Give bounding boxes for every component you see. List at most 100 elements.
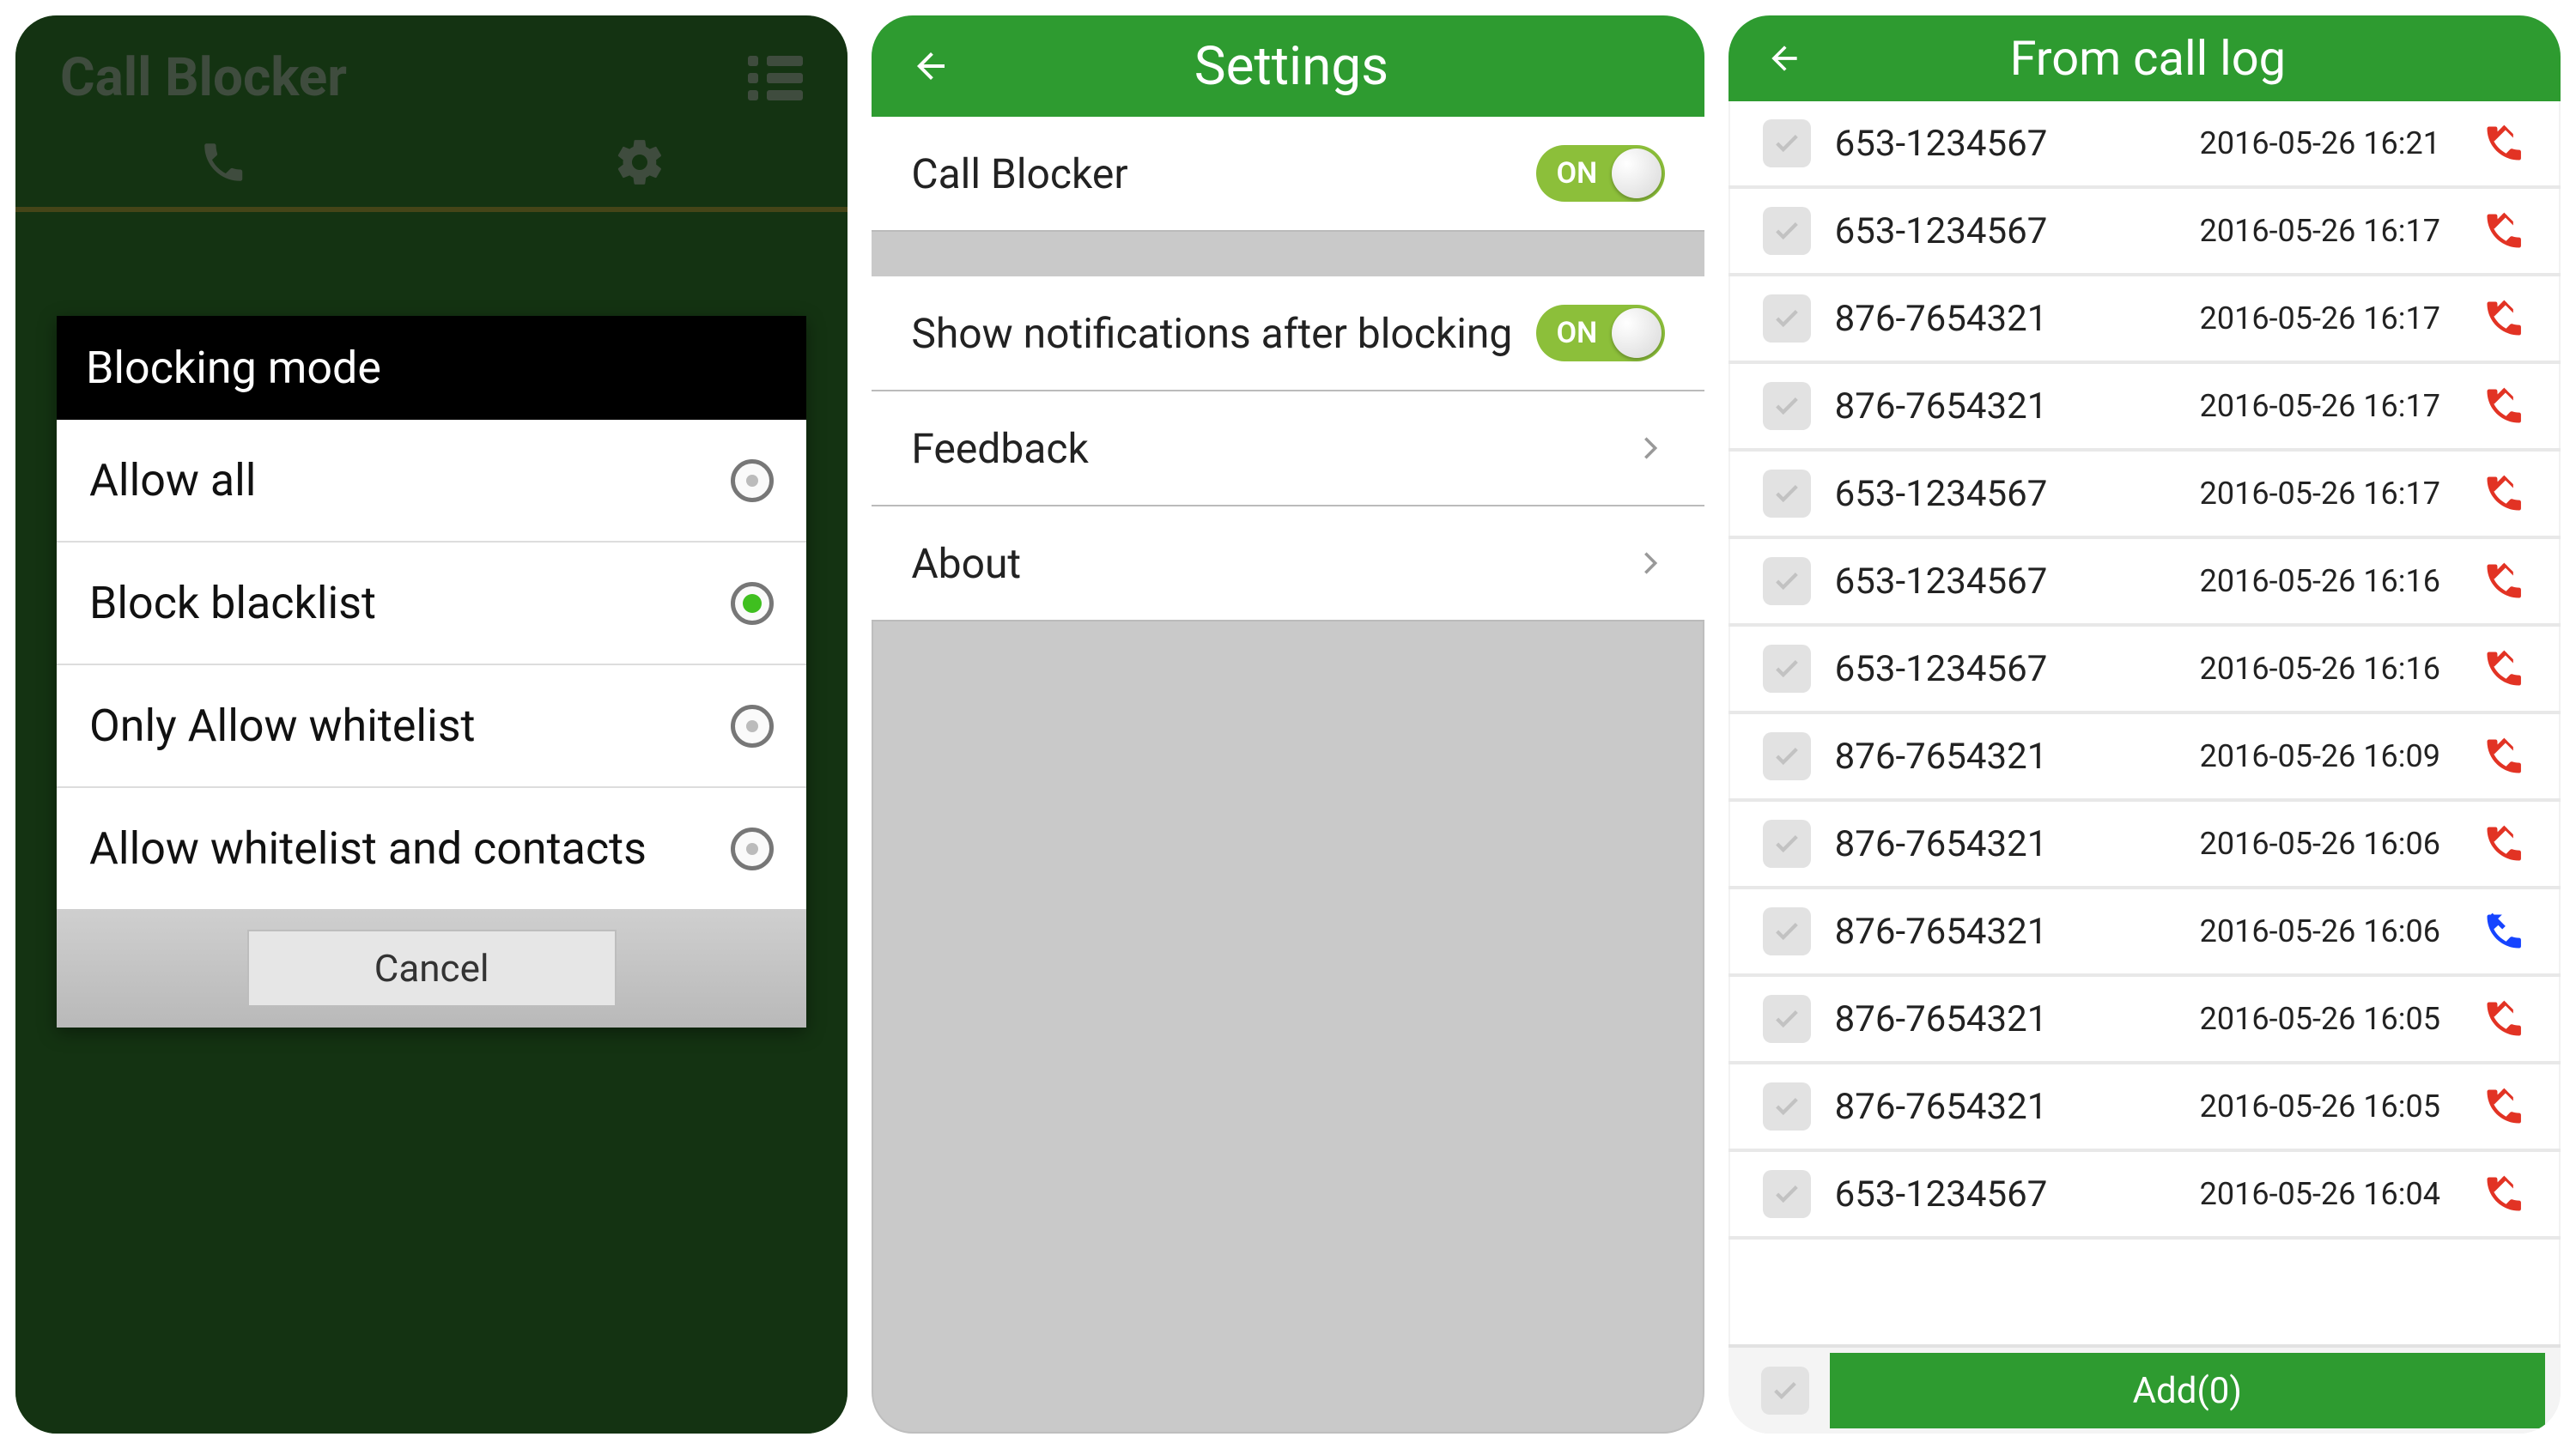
row-feedback[interactable]: Feedback [872, 391, 1704, 506]
item-number: 653-1234567 [1835, 1173, 2176, 1216]
check-icon [1772, 391, 1801, 421]
missed-call-icon [2482, 646, 2526, 691]
calllog-item[interactable]: 876-76543212016-05-26 16:05 [1728, 1064, 2561, 1152]
row-label: Feedback [911, 424, 1089, 473]
item-checkbox[interactable] [1763, 382, 1811, 430]
dialog-footer: Cancel [57, 909, 806, 1028]
blocking-mode-option[interactable]: Allow whitelist and contacts [57, 786, 806, 909]
toggle-notifications[interactable]: ON [1536, 305, 1665, 361]
item-checkbox[interactable] [1763, 557, 1811, 605]
missed-call-icon [2482, 734, 2526, 779]
item-checkbox[interactable] [1763, 207, 1811, 255]
check-icon [1772, 1179, 1801, 1209]
toggle-call-blocker[interactable]: ON [1536, 145, 1665, 202]
missed-call-icon [2482, 997, 2526, 1041]
toggle-state-text: ON [1557, 316, 1598, 350]
radio-unselected[interactable] [731, 705, 774, 748]
blocking-mode-option[interactable]: Allow all [57, 420, 806, 541]
radio-unselected[interactable] [731, 459, 774, 502]
settings-title: Settings [913, 35, 1669, 98]
row-label: About [911, 539, 1021, 588]
item-checkbox[interactable] [1763, 1170, 1811, 1218]
item-number: 876-7654321 [1835, 298, 2176, 340]
calllog-header: From call log [1728, 15, 2561, 101]
call-type-icon [2482, 909, 2526, 954]
calllog-item[interactable]: 653-12345672016-05-26 16:16 [1728, 627, 2561, 714]
item-checkbox[interactable] [1763, 1082, 1811, 1131]
check-icon [1771, 1376, 1800, 1405]
call-type-icon [2482, 471, 2526, 516]
cancel-button[interactable]: Cancel [247, 930, 617, 1007]
missed-call-icon [2482, 1172, 2526, 1216]
missed-call-icon [2482, 822, 2526, 866]
item-checkbox[interactable] [1763, 732, 1811, 780]
item-checkbox[interactable] [1763, 995, 1811, 1043]
call-type-icon [2482, 1172, 2526, 1216]
chevron-right-icon [1636, 425, 1665, 471]
item-checkbox[interactable] [1763, 470, 1811, 518]
missed-call-icon [2482, 209, 2526, 253]
item-checkbox[interactable] [1763, 907, 1811, 955]
row-call-blocker[interactable]: Call Blocker ON [872, 117, 1704, 232]
select-all-checkbox[interactable] [1761, 1367, 1809, 1415]
missed-call-icon [2482, 559, 2526, 603]
item-checkbox[interactable] [1763, 119, 1811, 167]
option-label: Allow whitelist and contacts [89, 822, 647, 875]
row-about[interactable]: About [872, 506, 1704, 621]
item-timestamp: 2016-05-26 16:05 [2200, 1001, 2440, 1037]
item-timestamp: 2016-05-26 16:21 [2200, 125, 2440, 161]
row-label: Call Blocker [911, 149, 1127, 198]
screen-settings: Settings Call Blocker ON Show notificati… [872, 15, 1704, 1434]
calllog-footer: Add(0) [1728, 1344, 2561, 1434]
screen-blocking-mode: Call Blocker Blocking mode Allow allBloc… [15, 15, 848, 1434]
missed-call-icon [2482, 1084, 2526, 1129]
calllog-item[interactable]: 876-76543212016-05-26 16:06 [1728, 802, 2561, 889]
call-type-icon [2482, 646, 2526, 691]
screen-call-log: From call log 653-12345672016-05-26 16:2… [1728, 15, 2561, 1434]
dialog-title: Blocking mode [57, 316, 806, 420]
calllog-item[interactable]: 653-12345672016-05-26 16:17 [1728, 189, 2561, 276]
check-icon [1772, 1004, 1801, 1034]
item-checkbox[interactable] [1763, 294, 1811, 343]
incoming-call-icon [2482, 909, 2526, 954]
calllog-item[interactable]: 876-76543212016-05-26 16:17 [1728, 364, 2561, 452]
item-timestamp: 2016-05-26 16:06 [2200, 913, 2440, 949]
check-icon [1772, 742, 1801, 771]
item-checkbox[interactable] [1763, 645, 1811, 693]
check-icon [1772, 567, 1801, 596]
check-icon [1772, 654, 1801, 683]
item-timestamp: 2016-05-26 16:17 [2200, 213, 2440, 249]
calllog-list[interactable]: 653-12345672016-05-26 16:21653-123456720… [1728, 101, 2561, 1344]
calllog-item[interactable]: 653-12345672016-05-26 16:21 [1728, 101, 2561, 189]
toggle-knob [1612, 308, 1662, 358]
calllog-item[interactable]: 653-12345672016-05-26 16:17 [1728, 452, 2561, 539]
item-checkbox[interactable] [1763, 820, 1811, 868]
calllog-item[interactable]: 876-76543212016-05-26 16:09 [1728, 714, 2561, 802]
add-button[interactable]: Add(0) [1830, 1353, 2545, 1428]
blocking-mode-option[interactable]: Only Allow whitelist [57, 664, 806, 786]
radio-selected[interactable] [731, 582, 774, 625]
calllog-title: From call log [1766, 30, 2530, 87]
missed-call-icon [2482, 121, 2526, 166]
toggle-state-text: ON [1557, 156, 1598, 191]
option-label: Allow all [89, 454, 256, 506]
row-label: Show notifications after blocking [911, 309, 1512, 358]
blocking-mode-option[interactable]: Block blacklist [57, 541, 806, 664]
call-type-icon [2482, 997, 2526, 1041]
calllog-item[interactable]: 653-12345672016-05-26 16:16 [1728, 539, 2561, 627]
calllog-item[interactable]: 653-1234567 2016-05-26 16:04 [1728, 1152, 2561, 1240]
radio-unselected[interactable] [731, 828, 774, 870]
item-number: 653-1234567 [1835, 648, 2176, 690]
call-type-icon [2482, 822, 2526, 866]
item-timestamp: 2016-05-26 16:17 [2200, 300, 2440, 336]
calllog-item[interactable]: 876-7654321 2016-05-26 16:17 [1728, 276, 2561, 364]
check-icon [1772, 1092, 1801, 1121]
item-timestamp: 2016-05-26 16:04 [2200, 1176, 2440, 1212]
item-number: 876-7654321 [1835, 998, 2176, 1040]
call-type-icon [2482, 734, 2526, 779]
section-gap [872, 232, 1704, 276]
calllog-item[interactable]: 876-76543212016-05-26 16:06 [1728, 889, 2561, 977]
call-type-icon [2482, 209, 2526, 253]
calllog-item[interactable]: 876-7654321 2016-05-26 16:05 [1728, 977, 2561, 1064]
row-notifications[interactable]: Show notifications after blocking ON [872, 276, 1704, 391]
